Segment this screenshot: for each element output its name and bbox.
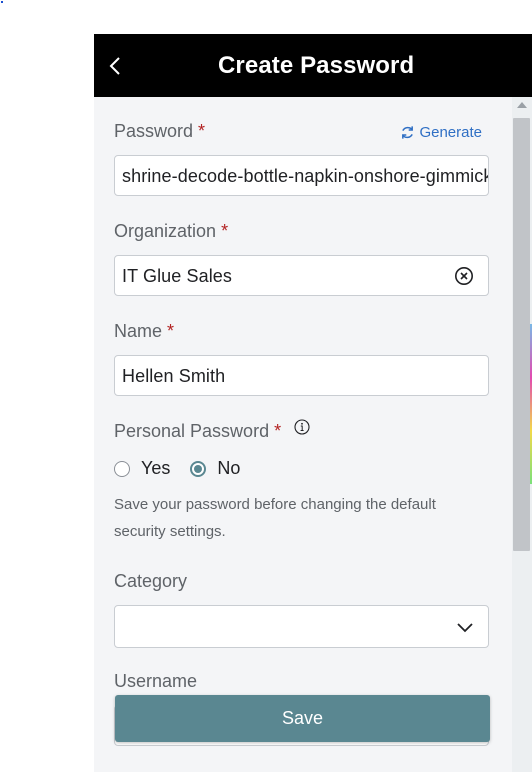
radio-no-label: No	[217, 458, 241, 478]
create-password-panel: Create Password Password * Generate shrin…	[94, 34, 532, 772]
personal-password-label: Personal Password *	[114, 419, 310, 442]
organization-label: Organization *	[114, 221, 228, 242]
refresh-icon	[402, 126, 414, 139]
page-title: Create Password	[218, 52, 415, 79]
category-select[interactable]	[114, 605, 489, 648]
form-scroll-area[interactable]: Password * Generate shrine-decode-bottle-…	[94, 97, 510, 772]
required-mark: *	[274, 421, 282, 441]
password-value: shrine-decode-bottle-napkin-onshore-gimm…	[122, 166, 489, 186]
scrollbar[interactable]	[512, 97, 532, 772]
username-label-text: Username	[114, 671, 198, 691]
radio-yes-label: Yes	[141, 458, 171, 478]
generate-label: Generate	[419, 124, 482, 141]
required-mark: *	[221, 221, 229, 241]
category-label-text: Category	[114, 571, 188, 591]
username-label: Username	[114, 671, 197, 692]
name-input[interactable]: Hellen Smith	[114, 355, 489, 396]
organization-value: IT Glue Sales	[122, 266, 233, 286]
password-label: Password *	[114, 121, 205, 142]
panel-header: Create Password	[94, 34, 532, 97]
scrollbar-thumb[interactable]	[513, 118, 530, 551]
radio-no[interactable]: No	[190, 458, 240, 479]
category-label: Category	[114, 571, 187, 592]
scroll-up-arrow-icon[interactable]	[517, 102, 527, 108]
organization-select[interactable]: IT Glue Sales	[114, 255, 489, 296]
name-value: Hellen Smith	[122, 366, 226, 386]
personal-password-label-text: Personal Password	[114, 421, 270, 441]
password-input[interactable]: shrine-decode-bottle-napkin-onshore-gimm…	[114, 155, 489, 196]
info-icon[interactable]	[294, 419, 310, 435]
chevron-left-icon[interactable]	[104, 54, 128, 78]
chevron-down-icon[interactable]	[456, 618, 474, 636]
generate-button[interactable]: Generate	[400, 124, 482, 141]
name-label-text: Name	[114, 321, 163, 341]
organization-label-text: Organization	[114, 221, 217, 241]
radio-yes-circle[interactable]	[114, 460, 130, 477]
required-mark: *	[198, 121, 206, 141]
personal-password-radio-group: Yes No	[114, 458, 260, 479]
radio-yes[interactable]: Yes	[114, 458, 170, 479]
save-button[interactable]: Save	[115, 695, 490, 742]
security-helper-text: Save your password before changing the d…	[114, 496, 436, 540]
password-label-text: Password	[114, 121, 194, 141]
clear-icon[interactable]	[454, 266, 474, 286]
corner-dot	[1, 1, 3, 3]
name-label: Name *	[114, 321, 174, 342]
required-mark: *	[167, 321, 175, 341]
radio-no-circle[interactable]	[190, 460, 207, 477]
